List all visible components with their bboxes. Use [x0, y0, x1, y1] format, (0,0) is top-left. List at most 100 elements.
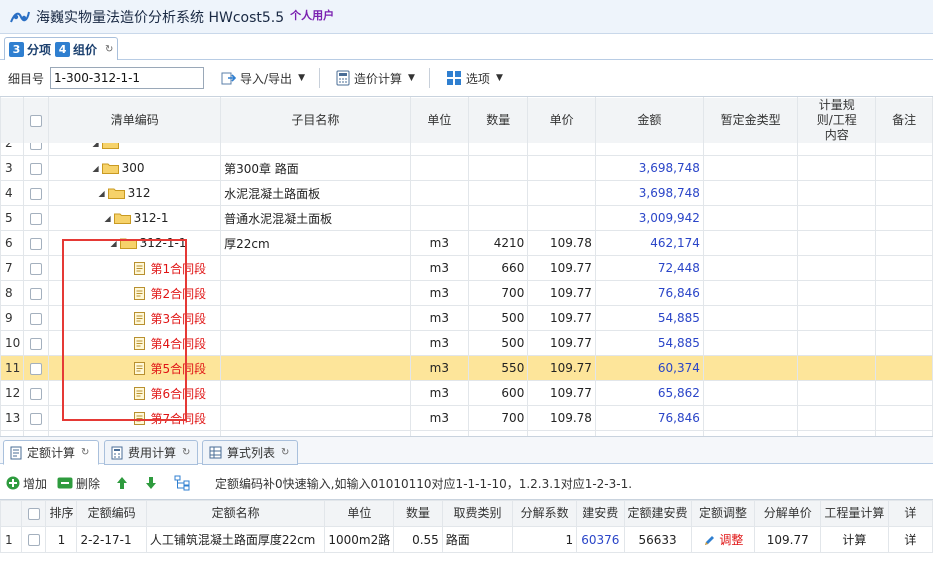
- amount-cell[interactable]: 3,698,748: [594, 155, 704, 181]
- price-cell[interactable]: [527, 155, 596, 181]
- row-checkbox[interactable]: [23, 230, 50, 256]
- rule-cell[interactable]: [797, 355, 877, 381]
- adjust-link[interactable]: 调整: [719, 533, 743, 547]
- column-header[interactable]: 数量: [468, 97, 529, 144]
- price-cell[interactable]: 109.77: [527, 255, 596, 281]
- tree-expand-icon[interactable]: ◢: [92, 164, 98, 173]
- qty-cell[interactable]: 500: [468, 330, 529, 356]
- item-code-cell[interactable]: ◢ 300: [48, 155, 222, 181]
- remark-cell[interactable]: [875, 405, 933, 431]
- cost-calc-button[interactable]: 造价计算 ▼: [332, 66, 419, 90]
- item-name-cell[interactable]: [220, 255, 411, 281]
- quota-name-cell[interactable]: 人工铺筑混凝土路面厚度22cm: [145, 526, 326, 553]
- unit-cell[interactable]: m3: [409, 330, 470, 356]
- row-checkbox[interactable]: [23, 180, 50, 206]
- detail-cell[interactable]: 详: [887, 526, 933, 553]
- tree-structure-button[interactable]: [174, 475, 193, 491]
- provisional-type-cell[interactable]: [702, 255, 799, 281]
- amount-cell[interactable]: 76,846: [594, 280, 704, 306]
- amount-cell[interactable]: 462,174: [594, 230, 704, 256]
- unit-cell[interactable]: [409, 155, 470, 181]
- qty-cell[interactable]: 700: [468, 280, 529, 306]
- table-row[interactable]: 5 ◢ 312-1 普通水泥混凝土面板 3,009,942: [0, 205, 933, 231]
- qty-cell[interactable]: 700: [468, 405, 529, 431]
- quantity-calc-cell[interactable]: 计算: [819, 526, 889, 553]
- item-name-cell[interactable]: 水泥混凝土路面板: [220, 180, 411, 206]
- unit-cell[interactable]: m3: [409, 355, 470, 381]
- column-header[interactable]: 排序: [45, 500, 78, 527]
- table-row[interactable]: 10 第4合同段 m3 500 109.77 54,885: [0, 330, 933, 356]
- row-checkbox[interactable]: [23, 280, 50, 306]
- unit-cell[interactable]: 1000m2路: [324, 526, 395, 553]
- unit-cell[interactable]: m3: [409, 405, 470, 431]
- item-code-cell[interactable]: 第7合同段: [48, 405, 222, 431]
- table-row[interactable]: 9 第3合同段 m3 500 109.77 54,885: [0, 305, 933, 331]
- table-row[interactable]: 12 第6合同段 m3 600 109.77 65,862: [0, 380, 933, 406]
- row-checkbox[interactable]: [20, 526, 47, 553]
- quota-code-cell[interactable]: 2-2-17-1: [76, 526, 147, 553]
- amount-cell[interactable]: 72,448: [594, 255, 704, 281]
- table-row[interactable]: 4 ◢ 312 水泥混凝土路面板 3,698,748: [0, 180, 933, 206]
- price-cell[interactable]: 109.78: [527, 230, 596, 256]
- price-cell[interactable]: 109.77: [527, 330, 596, 356]
- provisional-type-cell[interactable]: [702, 230, 799, 256]
- qty-cell[interactable]: 500: [468, 305, 529, 331]
- item-name-cell[interactable]: [220, 305, 411, 331]
- options-button[interactable]: 选项 ▼: [442, 66, 507, 90]
- amount-cell[interactable]: 76,846: [594, 405, 704, 431]
- tab-quota-calc[interactable]: 定额计算 ↻: [3, 440, 99, 465]
- remark-cell[interactable]: [875, 355, 933, 381]
- tree-expand-icon[interactable]: ◢: [98, 189, 104, 198]
- item-code-cell[interactable]: 第4合同段: [48, 330, 222, 356]
- column-header[interactable]: 定额名称: [145, 500, 326, 527]
- item-name-cell[interactable]: [220, 405, 411, 431]
- rule-cell[interactable]: [797, 155, 877, 181]
- tab-refresh-icon[interactable]: ↻: [281, 447, 289, 458]
- tab-formula-list[interactable]: 算式列表 ↻: [202, 440, 298, 465]
- unit-cell[interactable]: m3: [409, 230, 470, 256]
- column-header[interactable]: 备注: [875, 97, 933, 144]
- row-checkbox[interactable]: [23, 380, 50, 406]
- column-header[interactable]: 分解系数: [512, 500, 578, 527]
- provisional-type-cell[interactable]: [702, 180, 799, 206]
- remark-cell[interactable]: [875, 205, 933, 231]
- row-checkbox[interactable]: [23, 155, 50, 181]
- item-name-cell[interactable]: 厚22cm: [220, 230, 411, 256]
- unit-price-cell[interactable]: 109.77: [754, 526, 821, 553]
- tree-expand-icon[interactable]: ◢: [110, 239, 116, 248]
- provisional-type-cell[interactable]: [702, 205, 799, 231]
- rule-cell[interactable]: [797, 405, 877, 431]
- item-name-cell[interactable]: [220, 355, 411, 381]
- fee-type-cell[interactable]: 路面: [441, 526, 514, 553]
- provisional-type-cell[interactable]: [702, 155, 799, 181]
- unit-cell[interactable]: [409, 180, 470, 206]
- coef-cell[interactable]: 1: [512, 526, 578, 553]
- tab-refresh-icon[interactable]: ↻: [105, 44, 113, 55]
- item-code-input[interactable]: [50, 67, 205, 89]
- column-header[interactable]: 单位: [324, 500, 395, 527]
- tree-expand-icon[interactable]: ◢: [104, 214, 110, 223]
- qty-cell[interactable]: [468, 205, 529, 231]
- amount-cell[interactable]: 3,698,748: [594, 180, 704, 206]
- column-header[interactable]: 定额建安费: [623, 500, 692, 527]
- order-cell[interactable]: 1: [45, 526, 78, 553]
- tab-fee-calc[interactable]: 费用计算 ↻: [104, 440, 198, 465]
- select-all-checkbox[interactable]: [23, 97, 50, 144]
- tab-item-pricing[interactable]: 3 分项 4 组价 ↻: [4, 37, 118, 61]
- provisional-type-cell[interactable]: [702, 405, 799, 431]
- price-cell[interactable]: 109.77: [527, 380, 596, 406]
- cost-cell[interactable]: 60376: [576, 526, 625, 553]
- qty-cell[interactable]: 600: [468, 380, 529, 406]
- item-code-cell[interactable]: 第2合同段: [48, 280, 222, 306]
- row-checkbox[interactable]: [23, 305, 50, 331]
- item-code-cell[interactable]: 第5合同段: [48, 355, 222, 381]
- unit-cell[interactable]: [409, 205, 470, 231]
- column-header[interactable]: 数量: [393, 500, 443, 527]
- adjust-cell[interactable]: 调整: [690, 526, 756, 553]
- rule-cell[interactable]: [797, 230, 877, 256]
- unit-cell[interactable]: m3: [409, 280, 470, 306]
- move-up-button[interactable]: [116, 476, 131, 490]
- table-row[interactable]: 3 ◢ 300 第300章 路面 3,698,748: [0, 155, 933, 181]
- qty-cell[interactable]: 0.55: [393, 526, 443, 553]
- qty-cell[interactable]: 4210: [468, 230, 529, 256]
